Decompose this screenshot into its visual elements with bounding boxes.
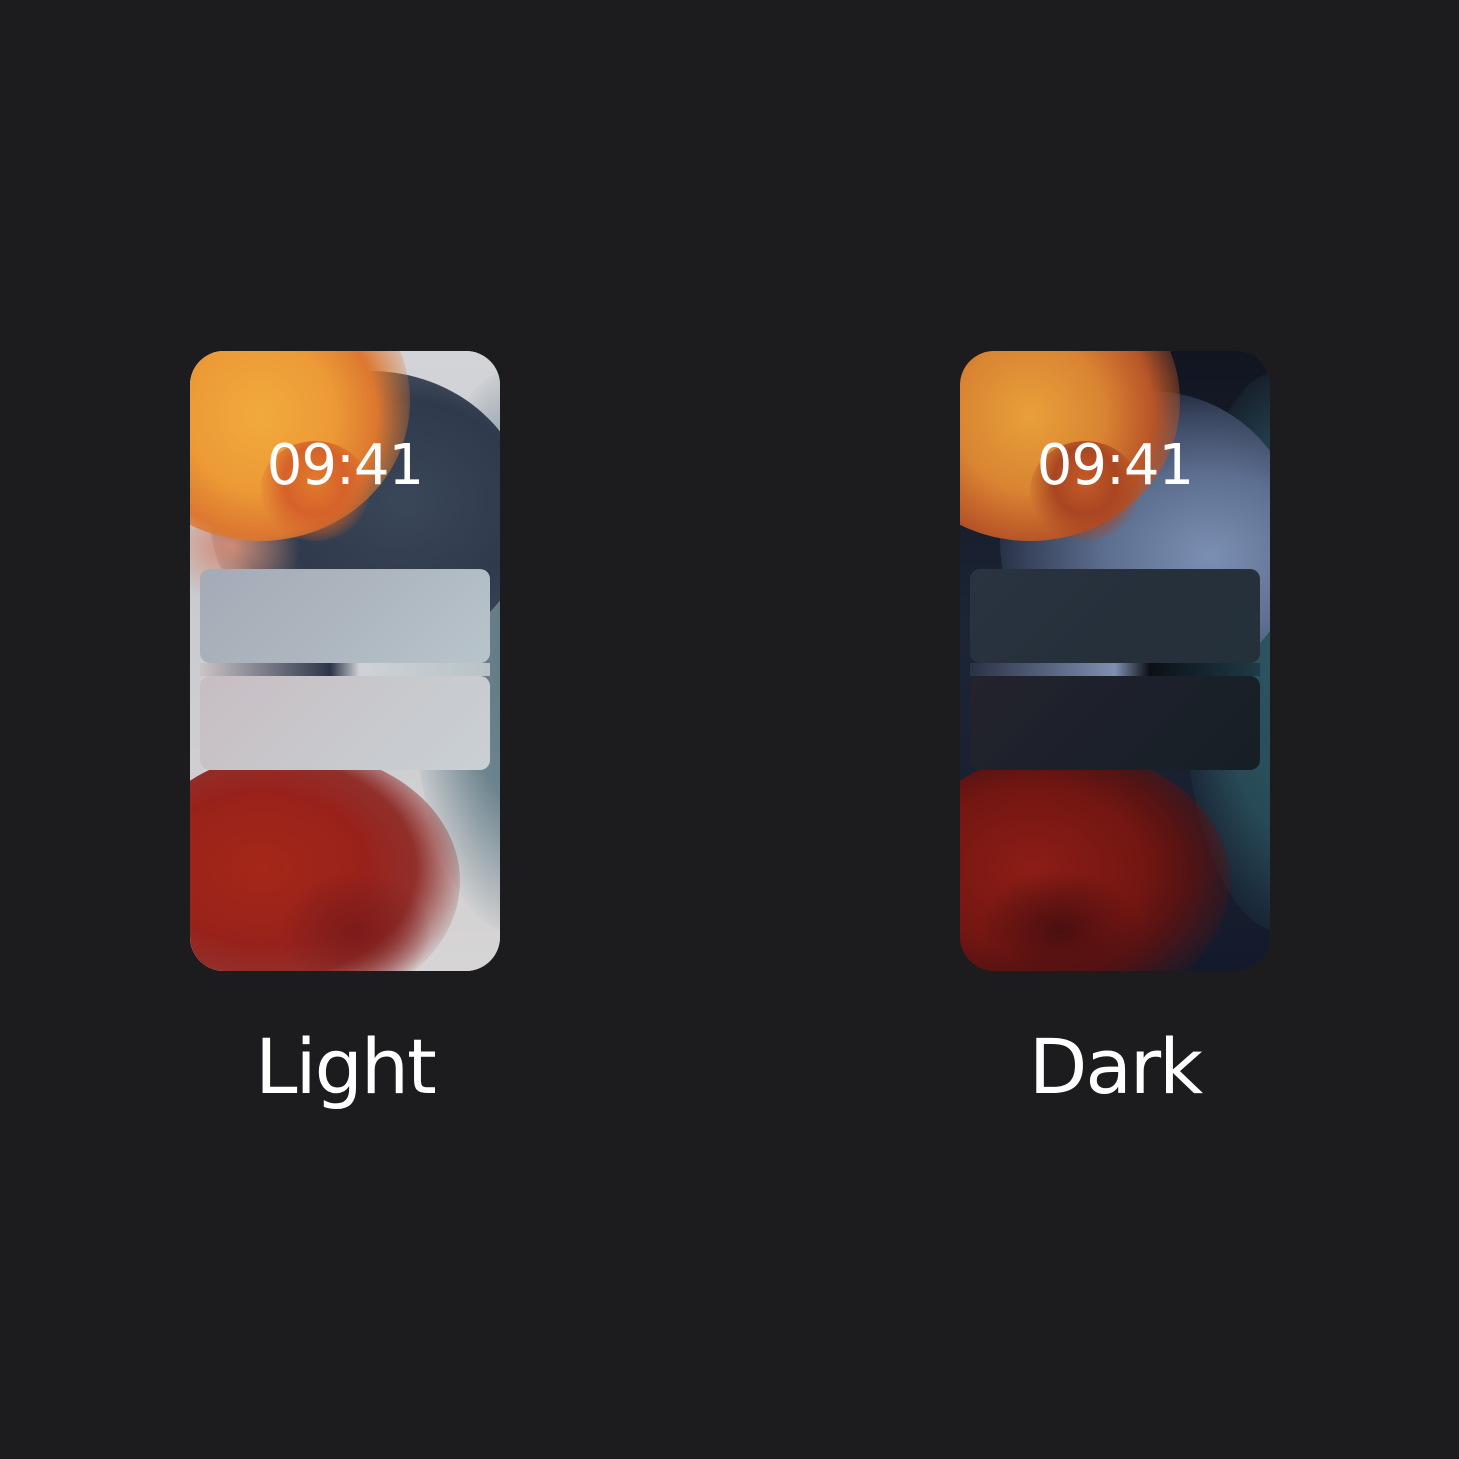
notification-placeholder [970, 676, 1260, 770]
notification-placeholder [200, 569, 490, 663]
light-mode-preview[interactable]: 09:41 [190, 351, 500, 971]
appearance-option-light[interactable]: 09:41 Light [190, 351, 500, 1113]
appearance-label-dark: Dark [1028, 1022, 1203, 1111]
lock-screen-time: 09:41 [1036, 433, 1194, 498]
notification-placeholder [200, 676, 490, 770]
lock-screen-time: 09:41 [266, 433, 424, 498]
notification-placeholder [970, 569, 1260, 663]
dark-mode-preview[interactable]: 09:41 [960, 351, 1270, 971]
appearance-label-light: Light [255, 1022, 437, 1111]
appearance-option-dark[interactable]: 09:41 Dark [960, 351, 1270, 1113]
appearance-picker: 09:41 Light 09:41 Dark [0, 0, 1459, 1459]
